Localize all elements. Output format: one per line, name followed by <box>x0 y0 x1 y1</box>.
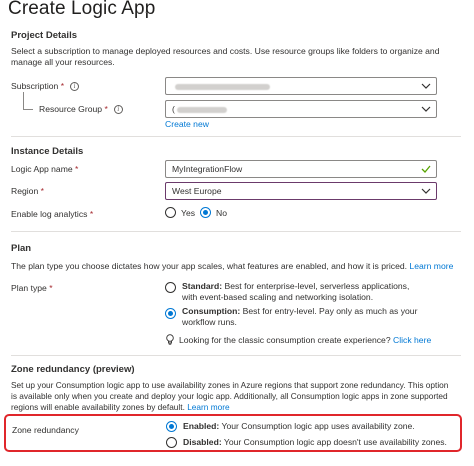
info-icon[interactable]: i <box>70 82 80 92</box>
log-analytics-yes-radio[interactable] <box>165 207 176 218</box>
resource-group-dropdown[interactable]: ( <box>165 100 437 118</box>
tree-connector <box>23 109 33 110</box>
zone-redundancy-label: Zone redundancy <box>12 425 79 435</box>
tree-connector <box>23 92 24 109</box>
region-label: Region * <box>11 186 44 196</box>
chevron-down-icon <box>421 188 431 194</box>
chevron-down-icon <box>421 83 431 89</box>
subscription-label: Subscription * i <box>11 81 80 92</box>
page-title: Create Logic App <box>8 0 156 19</box>
plan-standard-radio[interactable] <box>165 282 176 293</box>
log-analytics-yes-label: Yes <box>181 208 196 218</box>
classic-click-here-link[interactable]: Click here <box>393 335 431 345</box>
redacted-value <box>175 83 270 90</box>
log-analytics-no-label: No <box>216 208 227 218</box>
redacted-value <box>176 106 227 113</box>
zone-enabled-text: Enabled: Your Consumption logic app uses… <box>183 421 415 431</box>
create-new-link[interactable]: Create new <box>165 119 209 129</box>
logic-app-name-input[interactable]: MyIntegrationFlow <box>165 160 437 178</box>
plan-learn-more-link[interactable]: Learn more <box>409 261 453 271</box>
instance-details-heading: Instance Details <box>11 146 84 157</box>
info-icon[interactable]: i <box>113 105 123 115</box>
plan-heading: Plan <box>11 243 32 254</box>
zone-learn-more-link[interactable]: Learn more <box>187 402 229 412</box>
plan-consumption-text: Consumption: Best for entry-level. Pay o… <box>182 306 418 327</box>
more-options-icon[interactable]: ... <box>136 2 149 16</box>
project-details-description: Select a subscription to manage deployed… <box>11 46 440 67</box>
chevron-down-icon <box>421 106 431 112</box>
plan-standard-text: Standard: Best for enterprise-level, ser… <box>182 281 410 302</box>
checkmark-icon <box>421 165 431 173</box>
region-value: West Europe <box>172 186 222 196</box>
plan-description: The plan type you choose dictates how yo… <box>11 261 454 271</box>
zone-enabled-radio[interactable] <box>166 421 177 432</box>
plan-type-label: Plan type * <box>11 283 53 293</box>
zone-disabled-text: Disabled: Your Consumption logic app doe… <box>183 437 447 447</box>
zone-redundancy-description: Set up your Consumption logic app to use… <box>11 380 449 412</box>
section-divider <box>11 355 461 356</box>
lightbulb-icon <box>166 334 174 345</box>
resource-group-prefix: ( <box>172 104 175 114</box>
classic-consumption-note: Looking for the classic consumption crea… <box>179 335 432 345</box>
logic-app-name-value: MyIntegrationFlow <box>172 164 243 174</box>
resource-group-label: Resource Group * i <box>39 104 123 115</box>
log-analytics-label: Enable log analytics * <box>11 209 94 219</box>
plan-consumption-radio[interactable] <box>165 308 176 319</box>
section-divider <box>11 136 461 137</box>
subscription-dropdown[interactable] <box>165 77 437 95</box>
project-details-heading: Project Details <box>11 30 77 41</box>
logic-app-name-label: Logic App name * <box>11 164 79 174</box>
log-analytics-no-radio[interactable] <box>200 207 211 218</box>
region-dropdown[interactable]: West Europe <box>165 182 437 200</box>
zone-redundancy-heading: Zone redundancy (preview) <box>11 364 135 375</box>
section-divider <box>11 231 461 232</box>
zone-disabled-radio[interactable] <box>166 437 177 448</box>
